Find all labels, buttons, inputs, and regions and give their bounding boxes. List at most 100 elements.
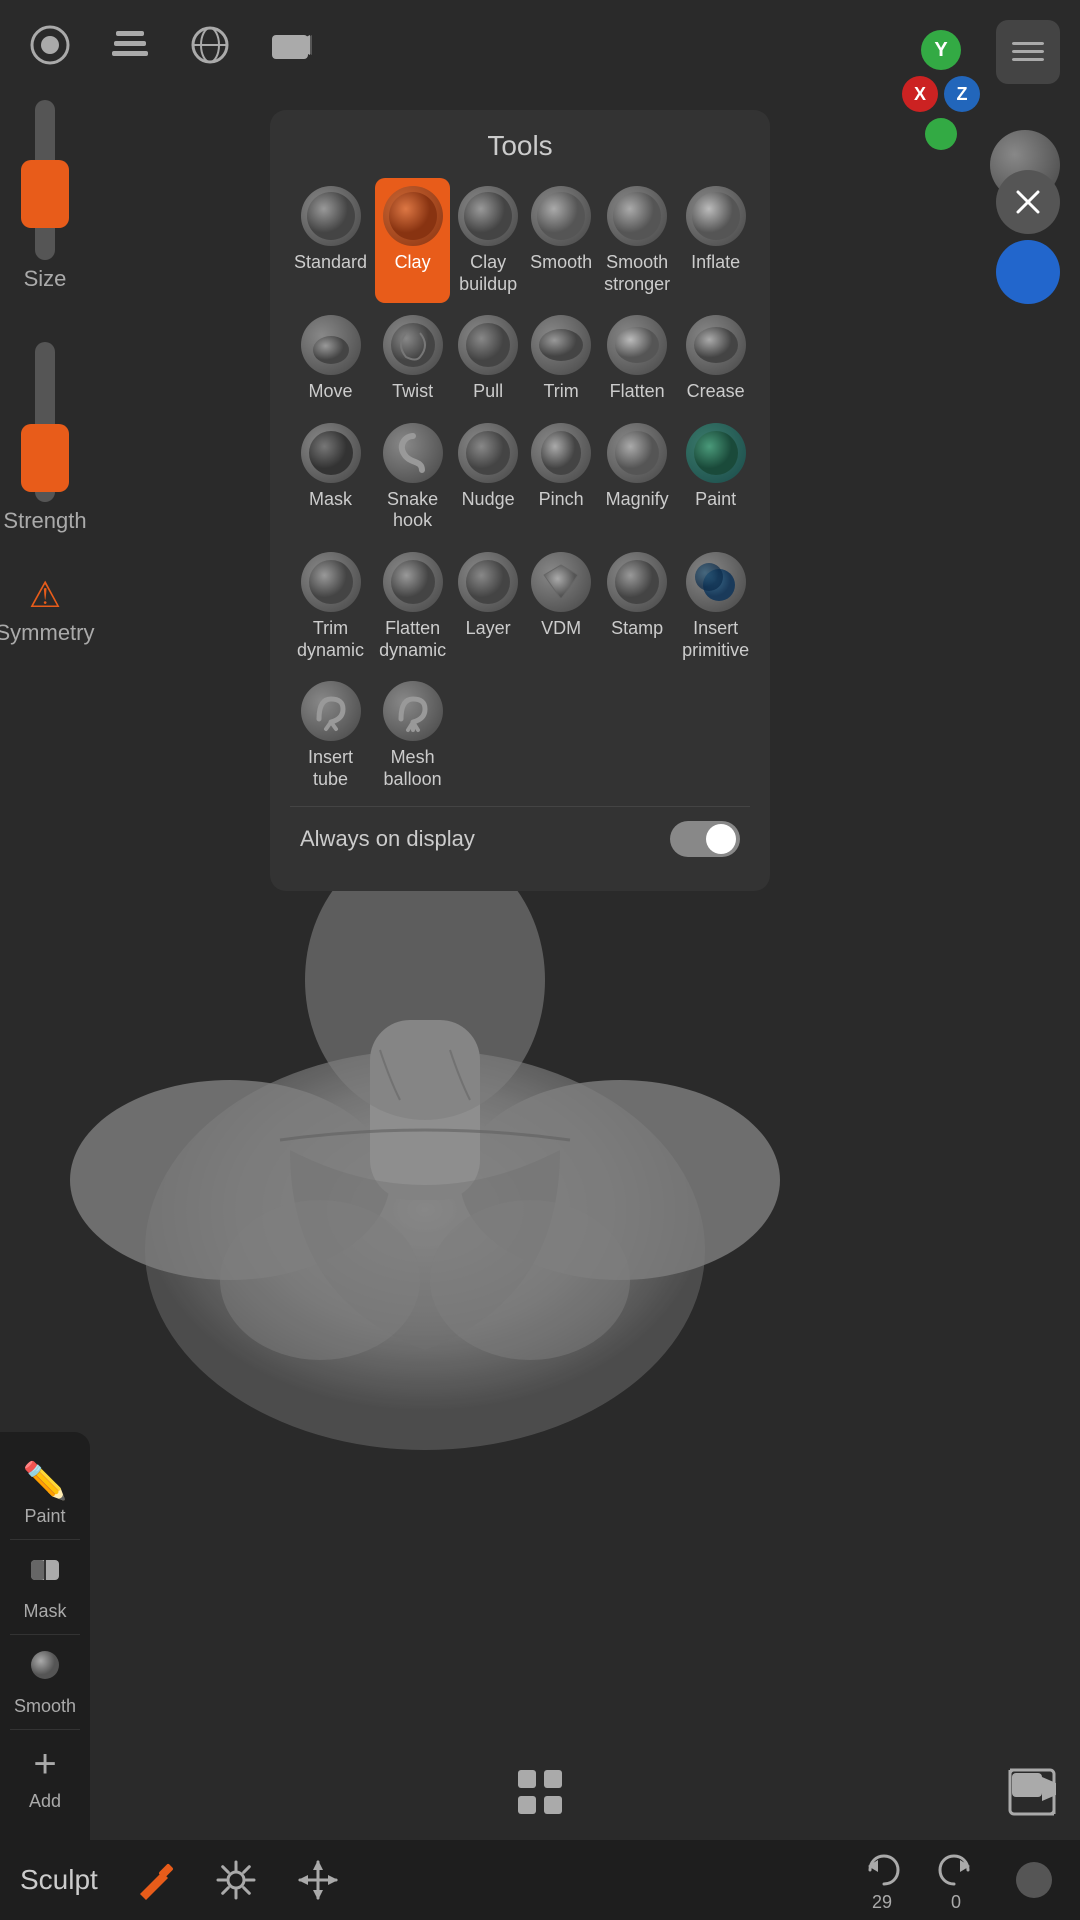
tool-layer[interactable]: Layer — [454, 544, 522, 669]
size-slider-container: Size — [24, 100, 67, 292]
tool-trim-dynamic[interactable]: Trim dynamic — [290, 544, 371, 669]
tool-twist[interactable]: Twist — [375, 307, 450, 411]
tool-icon-stamp — [607, 552, 667, 612]
tool-insert-tube[interactable]: Insert tube — [290, 673, 371, 798]
strength-label: Strength — [3, 508, 86, 534]
tool-icon-twist — [383, 315, 443, 375]
grid-icon[interactable] — [512, 1764, 568, 1820]
tool-smooth[interactable]: Smooth — [526, 178, 596, 303]
tool-icon-standard — [301, 186, 361, 246]
add-icon: + — [33, 1742, 56, 1787]
tools-title: Tools — [290, 130, 750, 162]
mask-icon — [27, 1552, 63, 1597]
tool-icon-flatten-dynamic — [383, 552, 443, 612]
tool-magnify[interactable]: Magnify — [600, 415, 674, 540]
layers-button[interactable] — [100, 15, 160, 75]
tool-label-trim: Trim — [543, 381, 578, 403]
close-button[interactable] — [996, 170, 1060, 234]
strength-slider-track[interactable] — [35, 342, 55, 502]
tool-vdm[interactable]: VDM — [526, 544, 596, 669]
tool-icon-insert-primitive — [686, 552, 746, 612]
tool-inflate[interactable]: Inflate — [678, 178, 753, 303]
strength-slider-thumb[interactable] — [21, 424, 69, 492]
tool-stamp[interactable]: Stamp — [600, 544, 674, 669]
tool-icon-flatten — [607, 315, 667, 375]
paint-tool[interactable]: ✏️ Paint — [10, 1448, 80, 1540]
redo-button[interactable]: 0 — [934, 1848, 978, 1913]
more-icon[interactable] — [1008, 1854, 1060, 1906]
tool-icon-pull — [458, 315, 518, 375]
tool-flatten[interactable]: Flatten — [600, 307, 674, 411]
video-icon-right[interactable] — [1008, 1763, 1060, 1820]
tool-icon-insert-tube — [301, 681, 361, 741]
always-on-display-toggle[interactable] — [670, 821, 740, 857]
tool-label-layer: Layer — [466, 618, 511, 640]
tool-flatten-dynamic[interactable]: Flatten dynamic — [375, 544, 450, 669]
tool-trim[interactable]: Trim — [526, 307, 596, 411]
tool-icon-trim — [531, 315, 591, 375]
bottom-bar-right: 29 0 — [860, 1848, 1060, 1913]
tool-label-pinch: Pinch — [539, 489, 584, 511]
bottom-left-tools: ✏️ Paint Mask Smooth + Add — [0, 1432, 90, 1840]
smooth-icon — [27, 1647, 63, 1692]
tool-insert-primitive[interactable]: Insert primitive — [678, 544, 753, 669]
sculpt-label: Sculpt — [20, 1864, 98, 1896]
tool-icon-vdm — [531, 552, 591, 612]
paint-icon: ✏️ — [23, 1460, 68, 1502]
tool-nudge[interactable]: Nudge — [454, 415, 522, 540]
tool-label-flatten-dynamic: Flatten dynamic — [379, 618, 446, 661]
tool-icon-mesh-balloon — [383, 681, 443, 741]
tool-icon-inflate — [686, 186, 746, 246]
add-tool[interactable]: + Add — [10, 1730, 80, 1824]
smooth-tool[interactable]: Smooth — [10, 1635, 80, 1730]
camera-button[interactable] — [260, 15, 320, 75]
undo-button[interactable]: 29 — [860, 1848, 904, 1913]
tool-clay-buildup[interactable]: Clay buildup — [454, 178, 522, 303]
tool-label-magnify: Magnify — [606, 489, 669, 511]
tool-paint[interactable]: Paint — [678, 415, 753, 540]
mask-tool[interactable]: Mask — [10, 1540, 80, 1635]
bottom-bar-left: Sculpt — [20, 1854, 344, 1906]
paint-label: Paint — [24, 1506, 65, 1527]
symmetry-label: Symmetry — [0, 620, 95, 646]
tool-icon-trim-dynamic — [301, 552, 361, 612]
tool-pinch[interactable]: Pinch — [526, 415, 596, 540]
settings-icon[interactable] — [210, 1854, 262, 1906]
always-on-display-label: Always on display — [300, 826, 475, 852]
tool-icon-paint — [686, 423, 746, 483]
tool-crease[interactable]: Crease — [678, 307, 753, 411]
tool-standard[interactable]: Standard — [290, 178, 371, 303]
tool-icon-move — [301, 315, 361, 375]
move-icon[interactable] — [292, 1854, 344, 1906]
tool-icon-smooth — [531, 186, 591, 246]
tool-mask[interactable]: Mask — [290, 415, 371, 540]
tool-icon-layer — [458, 552, 518, 612]
tool-mesh-balloon[interactable]: Mesh balloon — [375, 673, 450, 798]
toggle-knob — [706, 824, 736, 854]
brush-icon[interactable] — [128, 1854, 180, 1906]
size-slider-track[interactable] — [35, 100, 55, 260]
top-bar-left — [20, 15, 320, 75]
record-button[interactable] — [20, 15, 80, 75]
tool-label-move: Move — [309, 381, 353, 403]
tool-move[interactable]: Move — [290, 307, 371, 411]
tool-icon-mask — [301, 423, 361, 483]
symmetry-button[interactable]: ⚠ Symmetry — [0, 574, 95, 646]
tool-clay[interactable]: Clay — [375, 178, 450, 303]
tool-label-mask: Mask — [309, 489, 352, 511]
tool-snake-hook[interactable]: Snake hook — [375, 415, 450, 540]
tool-label-clay-buildup: Clay buildup — [458, 252, 518, 295]
tool-icon-clay — [383, 186, 443, 246]
tool-icon-snake-hook — [383, 423, 443, 483]
tool-icon-nudge — [458, 423, 518, 483]
globe-button[interactable] — [180, 15, 240, 75]
tool-label-trim-dynamic: Trim dynamic — [294, 618, 367, 661]
tool-label-snake-hook: Snake hook — [379, 489, 446, 532]
tool-label-inflate: Inflate — [691, 252, 740, 274]
left-sidebar: Size Strength ⚠ Symmetry — [0, 80, 90, 646]
size-slider-thumb[interactable] — [21, 160, 69, 228]
blue-action-button[interactable] — [996, 240, 1060, 304]
tool-label-nudge: Nudge — [462, 489, 515, 511]
tool-pull[interactable]: Pull — [454, 307, 522, 411]
tool-smooth-stronger[interactable]: Smooth stronger — [600, 178, 674, 303]
